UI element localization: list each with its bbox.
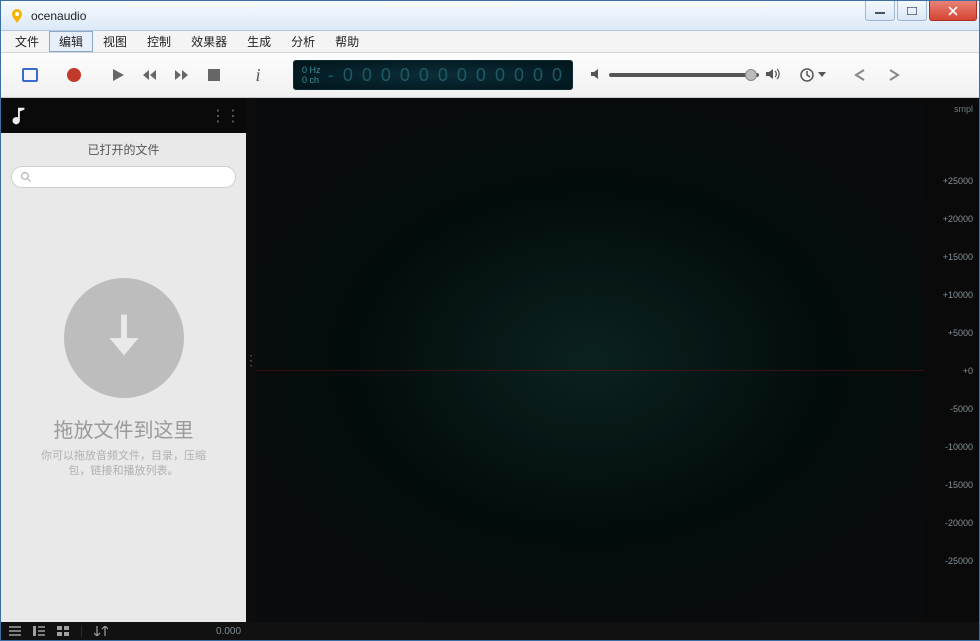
record-button[interactable] xyxy=(59,60,89,90)
search-box[interactable] xyxy=(11,166,236,188)
stop-button[interactable] xyxy=(199,60,229,90)
scale-tick: -5000 xyxy=(950,404,973,414)
menu-effects[interactable]: 效果器 xyxy=(181,31,237,52)
sidebar-resizer[interactable]: ⋮ xyxy=(246,98,256,622)
menu-file[interactable]: 文件 xyxy=(5,31,49,52)
workspace: ⋮⋮ 已打开的文件 拖放文件到这里 你可以拖放音频文件，目录，压缩包，链接和播放… xyxy=(1,98,979,640)
scale-tick: +15000 xyxy=(943,252,973,262)
volume-knob[interactable] xyxy=(745,69,757,81)
scale-unit-label: smpl xyxy=(954,104,973,114)
drop-subtitle: 你可以拖放音频文件，目录，压缩包，链接和播放列表。 xyxy=(34,449,214,479)
waveform-zero-line xyxy=(256,370,924,371)
toolbar: i 0 Hz 0 ch - 0 0 0 0 0 0 0 0 0 0 0 0 xyxy=(1,53,979,98)
menu-bar: 文件 编辑 视图 控制 效果器 生成 分析 帮助 xyxy=(1,31,979,53)
nav-forward-button[interactable] xyxy=(878,60,908,90)
amplitude-scale: smpl +25000 +20000 +15000 +10000 +5000 +… xyxy=(924,98,979,622)
minimize-button[interactable] xyxy=(865,1,895,21)
view-grid-button[interactable] xyxy=(57,626,69,636)
chevron-down-icon xyxy=(818,72,826,78)
volume-high-icon xyxy=(765,67,781,84)
drop-area[interactable]: 拖放文件到这里 你可以拖放音频文件，目录，压缩包，链接和播放列表。 xyxy=(34,278,214,479)
maximize-button[interactable] xyxy=(897,1,927,21)
lcd-hz: 0 Hz xyxy=(302,65,321,75)
close-button[interactable] xyxy=(929,1,977,21)
scale-tick: +20000 xyxy=(943,214,973,224)
scale-tick: +10000 xyxy=(943,290,973,300)
sidebar: ⋮⋮ 已打开的文件 拖放文件到这里 你可以拖放音频文件，目录，压缩包，链接和播放… xyxy=(1,98,246,622)
menu-help[interactable]: 帮助 xyxy=(325,31,369,52)
menu-generate[interactable]: 生成 xyxy=(237,31,281,52)
play-button[interactable] xyxy=(103,60,133,90)
app-icon xyxy=(9,8,25,24)
sort-button[interactable] xyxy=(94,626,108,636)
scale-tick: +25000 xyxy=(943,176,973,186)
scale-tick: -25000 xyxy=(945,556,973,566)
scale-tick: -15000 xyxy=(945,480,973,490)
lcd-counter: - 0 0 0 0 0 0 0 0 0 0 0 0 xyxy=(321,65,564,86)
files-panel-title: 已打开的文件 xyxy=(87,141,159,158)
sidebar-header: ⋮⋮ xyxy=(1,98,246,133)
waveform-view[interactable] xyxy=(256,98,924,622)
volume-low-icon xyxy=(589,67,603,84)
menu-control[interactable]: 控制 xyxy=(137,31,181,52)
app-title: ocenaudio xyxy=(31,9,86,23)
scale-tick: +5000 xyxy=(948,328,973,338)
sidebar-grip[interactable]: ⋮⋮ xyxy=(210,106,240,126)
search-icon xyxy=(20,171,32,183)
nav-back-button[interactable] xyxy=(846,60,876,90)
files-panel: 已打开的文件 拖放文件到这里 你可以拖放音频文件，目录，压缩包，链接和播放列表。 xyxy=(1,133,246,622)
status-bar: 0.000 xyxy=(1,622,979,640)
menu-edit[interactable]: 编辑 xyxy=(49,31,93,52)
note-icon xyxy=(7,105,29,127)
drop-icon xyxy=(64,278,184,398)
stop-monitor-button[interactable] xyxy=(15,60,45,90)
scale-tick: +0 xyxy=(963,366,973,376)
volume-slider[interactable] xyxy=(609,73,759,77)
history-button[interactable] xyxy=(799,67,826,83)
info-button[interactable]: i xyxy=(243,60,273,90)
transport-display: 0 Hz 0 ch - 0 0 0 0 0 0 0 0 0 0 0 0 xyxy=(293,60,573,90)
playhead-position: 0.000 xyxy=(216,626,241,637)
volume-control xyxy=(589,67,781,84)
search-input[interactable] xyxy=(38,171,227,183)
app-window: ocenaudio 文件 编辑 视图 控制 效果器 生成 分析 帮助 xyxy=(0,0,980,641)
menu-analyze[interactable]: 分析 xyxy=(281,31,325,52)
title-bar: ocenaudio xyxy=(1,1,979,31)
drop-title: 拖放文件到这里 xyxy=(54,414,194,443)
scale-tick: -10000 xyxy=(945,442,973,452)
menu-view[interactable]: 视图 xyxy=(93,31,137,52)
rewind-button[interactable] xyxy=(135,60,165,90)
scale-tick: -20000 xyxy=(945,518,973,528)
lcd-channels: 0 ch xyxy=(302,75,321,85)
view-detail-button[interactable] xyxy=(33,626,45,636)
forward-button[interactable] xyxy=(167,60,197,90)
view-list-button[interactable] xyxy=(9,626,21,636)
